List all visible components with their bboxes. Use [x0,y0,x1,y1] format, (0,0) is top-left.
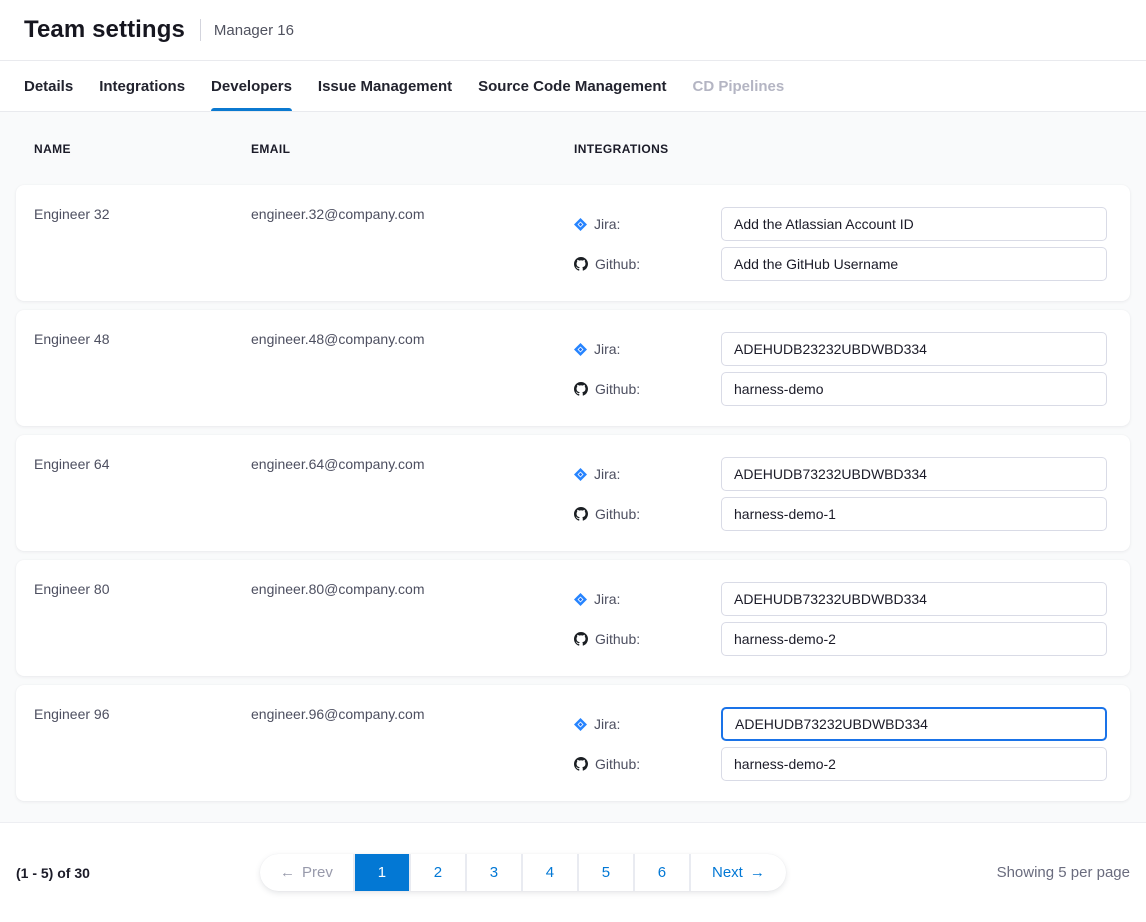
arrow-left-icon: ← [280,864,295,881]
table-row: Engineer 32 engineer.32@company.com Jira… [16,185,1130,301]
result-range-text: (1 - 5) of 30 [16,865,90,881]
github-octocat-icon [574,632,588,646]
tab-details[interactable]: Details [24,61,73,111]
jira-diamond-icon [574,593,587,606]
developer-email: engineer.64@company.com [251,435,574,551]
pagination-footer: (1 - 5) of 30 ← Prev 1 2 3 4 5 6 Next → … [0,823,1146,922]
column-header-name: NAME [34,142,251,156]
jira-account-input[interactable] [721,582,1107,616]
page-button-1[interactable]: 1 [355,854,409,891]
page-button-5[interactable]: 5 [579,854,633,891]
jira-label: Jira: [574,716,721,732]
page-button-4[interactable]: 4 [523,854,577,891]
tab-cd-pipelines: CD Pipelines [693,61,785,111]
jira-diamond-icon [574,218,587,231]
jira-account-input[interactable] [721,207,1107,241]
github-octocat-icon [574,257,588,271]
github-label: Github: [574,381,721,397]
tab-issue-management[interactable]: Issue Management [318,61,452,111]
github-octocat-icon [574,757,588,771]
jira-label: Jira: [574,341,721,357]
title-separator [200,19,201,41]
tab-source-code-management[interactable]: Source Code Management [478,61,666,111]
developer-name: Engineer 96 [34,685,251,801]
github-username-input[interactable] [721,497,1107,531]
prev-page-button[interactable]: ← Prev [260,854,353,891]
page-title: Team settings [24,16,185,44]
per-page-text: Showing 5 per page [997,864,1130,881]
table-row: Engineer 48 engineer.48@company.com Jira… [16,310,1130,426]
github-octocat-icon [574,382,588,396]
table-row: Engineer 96 engineer.96@company.com Jira… [16,685,1130,801]
column-header-email: EMAIL [251,142,574,156]
arrow-right-icon: → [750,864,765,881]
page-button-3[interactable]: 3 [467,854,521,891]
table-row: Engineer 80 engineer.80@company.com Jira… [16,560,1130,676]
jira-account-input[interactable] [721,332,1107,366]
tab-bar: Details Integrations Developers Issue Ma… [0,61,1146,112]
tab-integrations[interactable]: Integrations [99,61,185,111]
page-button-2[interactable]: 2 [411,854,465,891]
jira-label: Jira: [574,216,721,232]
github-username-input[interactable] [721,372,1107,406]
column-header-integrations: INTEGRATIONS [574,142,1130,156]
developer-name: Engineer 32 [34,185,251,301]
jira-label: Jira: [574,591,721,607]
table-row: Engineer 64 engineer.64@company.com Jira… [16,435,1130,551]
jira-account-input[interactable] [721,457,1107,491]
tab-developers[interactable]: Developers [211,61,292,111]
developer-email: engineer.48@company.com [251,310,574,426]
jira-label: Jira: [574,466,721,482]
page-subtitle: Manager 16 [214,22,294,39]
jira-diamond-icon [574,343,587,356]
github-username-input[interactable] [721,622,1107,656]
developers-table: NAME EMAIL INTEGRATIONS Engineer 32 engi… [0,112,1146,823]
pagination-control: ← Prev 1 2 3 4 5 6 Next → [260,854,786,891]
github-label: Github: [574,506,721,522]
developer-name: Engineer 64 [34,435,251,551]
developer-name: Engineer 80 [34,560,251,676]
github-username-input[interactable] [721,247,1107,281]
github-octocat-icon [574,507,588,521]
jira-diamond-icon [574,718,587,731]
github-label: Github: [574,756,721,772]
developer-name: Engineer 48 [34,310,251,426]
jira-diamond-icon [574,468,587,481]
jira-account-input-focused[interactable] [721,707,1107,741]
developer-email: engineer.32@company.com [251,185,574,301]
page-header: Team settings Manager 16 [0,0,1146,61]
page-button-6[interactable]: 6 [635,854,689,891]
github-label: Github: [574,256,721,272]
github-username-input[interactable] [721,747,1107,781]
next-page-button[interactable]: Next → [691,854,786,891]
developer-email: engineer.96@company.com [251,685,574,801]
table-header: NAME EMAIL INTEGRATIONS [16,112,1130,185]
github-label: Github: [574,631,721,647]
developer-email: engineer.80@company.com [251,560,574,676]
